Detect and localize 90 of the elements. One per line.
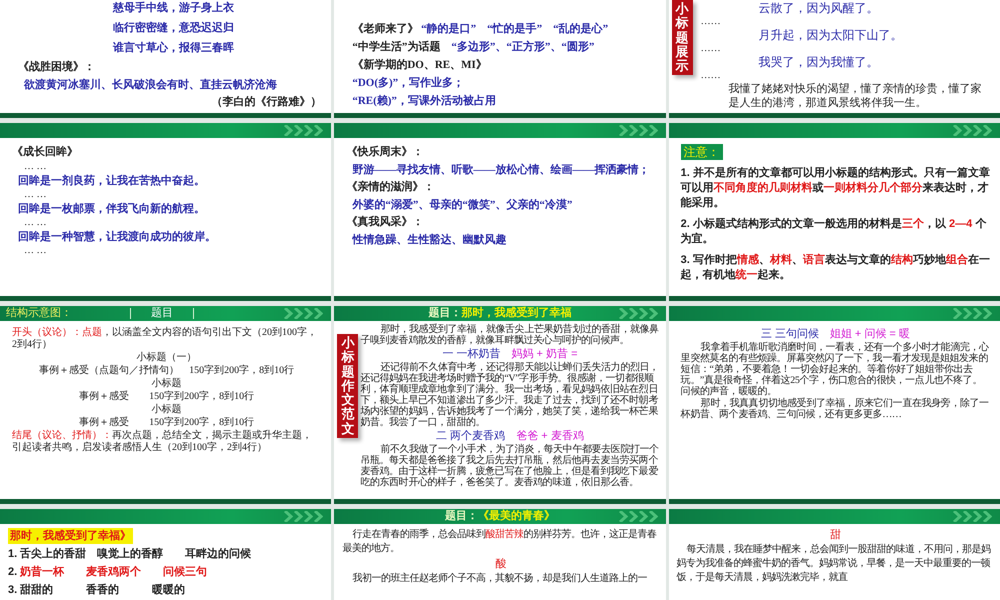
chevrons-icon xyxy=(618,125,658,136)
highlighted-title: 那时，我感受到了幸福》 xyxy=(8,528,133,544)
subtitle-line: 我哭了，因为我懂了。 xyxy=(758,55,880,70)
paragraph: 那时，我真真切切地感受到了幸福，原来它们一直在我身旁，除了一杯奶昔、两个麦香鸡、三句问候，还有更多更多…… xyxy=(680,398,990,420)
paragraph: 每天清晨，我在睡梦中醒来，总会闻到一股甜甜的味道，不用问，那是妈妈专为我准备的蜂蜜牛奶的香气。妈妈常说，早餐，是一天中最重要的一顿饭，于是每天清晨，妈妈洗漱完毕，就直 xyxy=(676,543,992,585)
chevrons-icon xyxy=(952,308,992,319)
ellipsis-text: … … xyxy=(23,218,48,228)
note-label: 注意： xyxy=(680,144,723,160)
verse-line: 欲渡黄河冰塞川、长风破浪会有时、直挂云帆济沧海 xyxy=(22,78,278,93)
section-title: “RE(赖)”，写课外活动被占用 xyxy=(352,94,497,109)
verse-line: 外婆的“溺爱”、母亲的“微笑”、父亲的“冷漠” xyxy=(351,198,574,213)
subheading: 三 三句问候 姐姐 + 问候 = 暖 xyxy=(760,327,911,341)
chevrons-icon xyxy=(618,308,658,319)
paragraph: 前不久我做了一个小手术，为了消炎，每天中午都要去医院打一个吊瓶。每天都是爸爸接了我之后先去打吊瓶，然后他再去麦当劳买两个麦香鸡。由于这样一折腾，疲惫已写在了他脸上，但是看到我吃下最爱吃的东西时开心的样子，爸爸笑了。麦香鸡的味道，依旧那么香。 xyxy=(360,444,660,488)
title-label: 题目： xyxy=(428,306,462,321)
section-title: “中学生活”为话题 “多边形”、“正方形”、“圆形” xyxy=(352,40,596,55)
diagram-text: 事例＋感受 150字到200字，8到10行 xyxy=(78,391,256,403)
poem-line: 临行密密缝，意恐迟迟归 xyxy=(112,20,235,36)
verse-line: 野游——寻找友情、听歌——放松心情、绘画——挥洒豪情； xyxy=(351,162,650,178)
diagram-text: 小标题（一） xyxy=(136,352,198,364)
ellipsis-text: …… xyxy=(700,71,722,81)
section-title: 《成长回眸》 xyxy=(12,144,79,160)
numbered-point: 1. 舌尖上的香甜 嗅觉上的香醇 耳畔边的问候 xyxy=(8,547,252,562)
section-title: “DO(多)”，写作业多； xyxy=(352,76,466,91)
ellipsis-text: … … xyxy=(23,246,48,256)
slide-thumbnail[interactable]: 题目：《最美的青春》 行走在青春的雨季，总会品味到酸甜苦辣的别样芬芳。也许，这正是青春最美的地方。 酸 我初一的班主任赵老师个子不高，其貌不扬，却是我们人生道路上的一 xyxy=(334,509,666,600)
poem-line: 谁言寸草心，报得三春晖 xyxy=(112,40,235,56)
chevrons-icon xyxy=(283,511,324,522)
side-tab: 小标题作文范文 xyxy=(337,334,358,438)
slide-thumbnail[interactable]: 《快乐周末》： 野游——寻找友情、听歌——放松心情、绘画——挥洒豪情； 《亲情的滋润》： 外婆的“溺爱”、母亲的“微笑”、父亲的“冷漠” 《真我风采》： 性情急躁、生性豁达、幽默风趣 xyxy=(334,123,666,301)
numbered-point: 2. 奶昔一杯 麦香鸡两个 问候三句 xyxy=(8,565,208,580)
ellipsis-text: … … xyxy=(23,190,48,200)
side-tab: 小标题展示 xyxy=(672,0,693,76)
slide-thumbnail[interactable] xyxy=(668,306,1000,504)
outline-text: 开头（议论）：点题，以涵盖全文内容的语句引出下文（20到100字，2到4行） xyxy=(12,327,318,351)
paragraph: 还记得前不久体育中考，还记得那天能以让蝉们丢失活力的烈日，还记得妈妈在我进考场时赠予我的“V”字形手势。很感谢，一切都很顺利，体育顺理成章地拿到了满分。我一出考场，看见妈妈依旧站在烈日下，额头上早已不知道渗出了多少汗。我走了过去，找到了还不时朝考场内张望的妈妈，告诉她我考了一个满分，她笑了笑，递给我一杯芒果奶昔。我尝了一口，甜甜的。 xyxy=(360,362,660,428)
slide-thumbnail[interactable]: 云散了，因为风醒了。 …… 月升起，因为太阳下山了。 …… 我哭了，因为我懂了。 …… 我懂了姥姥对快乐的渴望，懂了亲情的珍贵，懂了家是人生的港湾，那道风景线将伴我一生。 小标题展示 xyxy=(668,0,1000,118)
diagram-text: 事例＋感受（点题句／抒情句） 150字到200字，8到10行 xyxy=(38,365,296,377)
paragraph: 我初一的班主任赵老师个子不高，其貌不扬，却是我们人生道路上的一 xyxy=(351,572,648,586)
numbered-point: 1. 并不是所有的文章都可以用小标题的结构形式。只有一篇文章可以用不同角度的几则材料或一则材料分几个部分来表达时，才能采用。 xyxy=(680,166,990,211)
paragraph: 我懂了姥姥对快乐的渴望，懂了亲情的珍贵，懂了家是人生的港湾，那道风景线将伴我一生。 xyxy=(728,82,983,110)
subheading: 甜 xyxy=(828,528,842,542)
chevrons-icon xyxy=(952,125,992,136)
verse-line: 回眸是一种智慧，让我渡向成功的彼岸。 xyxy=(17,230,217,245)
slide-thumbnail[interactable]: 那时，我感受到了幸福》 1. 舌尖上的香甜 嗅觉上的香醇 耳畔边的问候 2. 奶昔一杯 麦香鸡两个 问候三句 3. 甜甜的 香香的 暖暖的 xyxy=(0,509,332,600)
title-box: 题目 xyxy=(130,308,194,319)
outline-text: 结尾（议论、抒情）：再次点题，总结全文，揭示主题或升华主题，引起读者共鸣，启发读者感悟人生（20到100字，2到4行） xyxy=(12,430,313,454)
diagram-label: 结构示意图： xyxy=(6,306,72,321)
title-label: 题目： xyxy=(444,509,478,524)
section-title: 《新学期的DO、RE、MI》 xyxy=(352,58,488,73)
chevrons-icon xyxy=(952,511,992,522)
chevrons-icon xyxy=(283,125,324,136)
slide-thumbnail[interactable]: 注意： 1. 并不是所有的文章都可以用小标题的结构形式。只有一篇文章可以用不同角度的几则材料或一则材料分几个部分来表达时，才能采用。 2. 小标题式结构形式的文章一般选用的材料是三个，以 2—4 个为宜。 3. 写作时把情感、材料、语言表达与文章的结构巧妙地组合在一起，有机地统一起来。 xyxy=(668,123,1000,301)
slide-title: 那时，我感受到了幸福 xyxy=(461,306,572,321)
citation: （李白的《行路难》） xyxy=(210,94,322,110)
numbered-point: 2. 小标题式结构形式的文章一般选用的材料是三个，以 2—4 个为宜。 xyxy=(680,217,988,247)
slide-thumbnail[interactable]: 《老师来了》 “静的是口” “忙的是手” “乱的是心” “中学生活”为话题 “多边形”、“正方形”、“圆形” 《新学期的DO、RE、MI》 “DO(多)”，写作业多； “RE(赖)”，写课外活动被占用 xyxy=(334,0,666,118)
slide-thumbnail[interactable]: 甜 每天清晨，我在睡梦中醒来，总会闻到一股甜甜的味道，不用问，那是妈妈专为我准备的蜂蜜牛奶的香气。妈妈常说，早餐，是一天中最重要的一顿饭，于是每天清晨，妈妈洗漱完毕，就直 xyxy=(668,509,1000,600)
diagram-text: 小标题 xyxy=(150,378,183,390)
paragraph: 那时，我感受到了幸福，就像舌尖上芒果奶昔划过的香甜，就像鼻子嗅到麦香鸡散发的香醇，就像耳畔飘过关心与呵护的问候声。 xyxy=(360,324,660,346)
chevrons-icon xyxy=(283,308,324,319)
slide-title: 《最美的青春》 xyxy=(478,509,555,524)
verse-line: 性情急躁、生性豁达、幽默风趣 xyxy=(351,232,508,248)
subtitle-line: 云散了，因为风醒了。 xyxy=(758,1,880,16)
poem-line: 慈母手中线，游子身上衣 xyxy=(112,0,235,16)
section-title: 《快乐周末》： xyxy=(346,144,424,160)
section-title: 《亲情的滋润》： xyxy=(346,180,436,195)
subheading: 一 一杯奶昔 妈妈 + 奶昔 = xyxy=(441,347,579,361)
verse-line: 回眸是一枚邮票，伴我飞向新的航程。 xyxy=(17,202,206,217)
slide-thumbnail[interactable]: 慈母手中线，游子身上衣 临行密密缝，意恐迟迟归 谁言寸草心，报得三春晖 《战胜困境》： 欲渡黄河冰塞川、长风破浪会有时、直挂云帆济沧海 （李白的《行路难》） xyxy=(0,0,332,118)
diagram-text: 事例＋感受 150字到200字，8到10行 xyxy=(78,417,256,429)
slide-thumbnail[interactable] xyxy=(334,306,666,504)
subheading: 二 两个麦香鸡 爸爸 + 麦香鸡 xyxy=(435,429,585,443)
verse-line: 回眸是一剂良药，让我在苦热中奋起。 xyxy=(17,174,206,189)
section-title: 《真我风采》： xyxy=(346,214,424,230)
numbered-point: 3. 写作时把情感、材料、语言表达与文章的结构巧妙地组合在一起，有机地统一起来。 xyxy=(680,253,990,283)
diagram-text: 小标题 xyxy=(150,404,183,416)
slide-thumbnail[interactable]: 《成长回眸》 … … 回眸是一剂良药，让我在苦热中奋起。 … … 回眸是一枚邮票，伴我飞向新的航程。 … … 回眸是一种智慧，让我渡向成功的彼岸。 … … xyxy=(0,123,332,301)
ellipsis-text: … … xyxy=(23,162,48,172)
section-title: 《战胜困境》： xyxy=(18,60,96,75)
numbered-point: 3. 甜甜的 香香的 暖暖的 xyxy=(8,583,186,598)
ellipsis-text: …… xyxy=(700,17,722,27)
subheading: 酸 xyxy=(494,557,508,571)
section-title: 《老师来了》 “静的是口” “忙的是手” “乱的是心” xyxy=(352,22,610,37)
ellipsis-text: …… xyxy=(700,44,722,54)
paragraph: 我拿着手机靠听歌消磨时间，一看表，还有一个多小时才能滴完，心里突然莫名的有些烦躁。屏幕突然闪了一下，我一看才发现是姐姐发来的短信：“弟弟，不要着急！一切会好起来的。等着你好了姐姐带你出去玩。”真是很奇怪，伴着这25个字，伤口愈合的很快，一点儿也不疼了。问候的声音，暖暖的。 xyxy=(680,342,990,397)
subtitle-line: 月升起，因为太阳下山了。 xyxy=(758,28,904,43)
slide-thumbnail[interactable]: 结构示意图： 题目 开头（议论）：点题，以涵盖全文内容的语句引出下文（20到100字，2到4行） 小标题（一） 事例＋感受（点题句／抒情句） 150字到200字，8到10行 小标题 事例＋感受 150字到200字，8到10行 小标题 事例＋感受 150字到200字，8到10行 结尾（议论、抒情）：再次点题，总结全文，揭示主题或升华主题，引起读者共鸣，启发读者感悟人生（20到100字，2到4行） xyxy=(0,306,332,504)
paragraph: 行走在青春的雨季，总会品味到酸甜苦辣的别样芬芳。也许，这正是青春最美的地方。 xyxy=(342,528,658,556)
chevrons-icon xyxy=(618,511,658,522)
